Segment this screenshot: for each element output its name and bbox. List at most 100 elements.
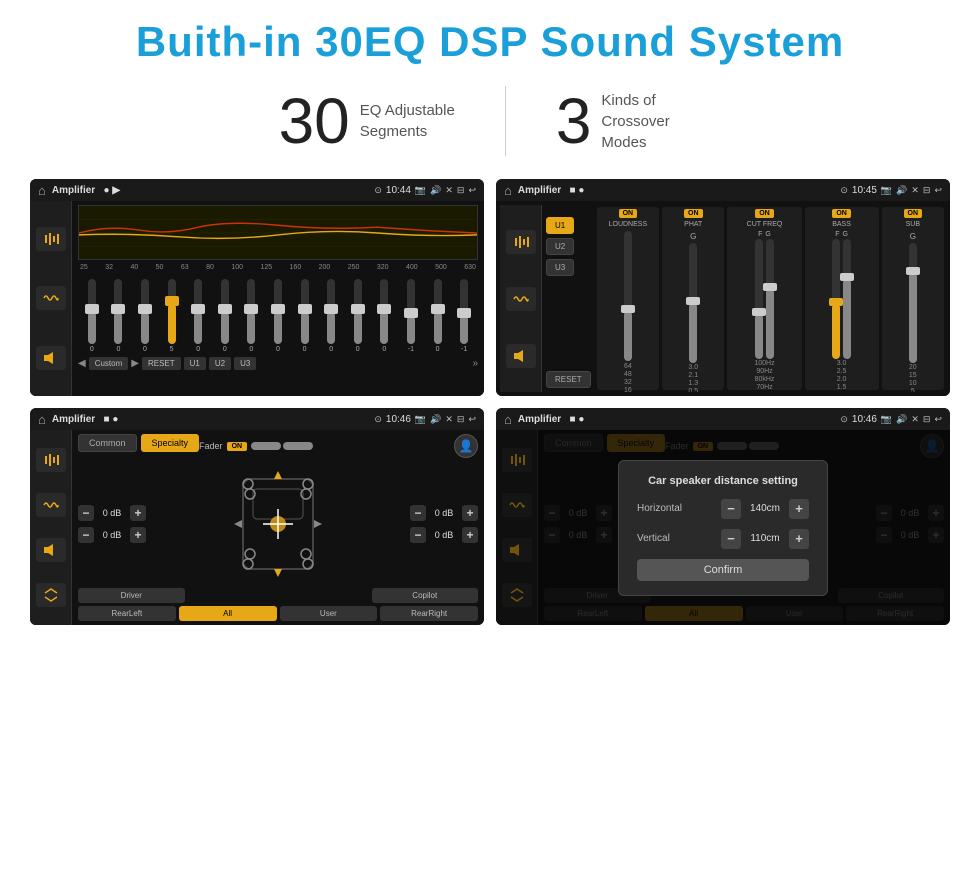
eq-slider-8[interactable]: 0 bbox=[293, 279, 317, 353]
btn-driver-3[interactable]: Driver bbox=[78, 588, 185, 603]
close-icon-1: ✕ bbox=[445, 185, 453, 196]
eq-u2-btn[interactable]: U2 bbox=[209, 357, 231, 370]
vol-val-3: 0 dB bbox=[430, 530, 458, 540]
eq-slider-1[interactable]: 0 bbox=[107, 279, 131, 353]
eq-main: 25 32 40 50 63 80 100 125 160 200 250 32… bbox=[72, 201, 484, 396]
btn-rearleft-3[interactable]: RearLeft bbox=[78, 606, 176, 621]
eq-slider-10[interactable]: 0 bbox=[346, 279, 370, 353]
eq-slider-5[interactable]: 0 bbox=[213, 279, 237, 353]
horizontal-stepper: − 140cm + bbox=[721, 499, 809, 519]
eq-u3-btn[interactable]: U3 bbox=[234, 357, 256, 370]
btn-all-3[interactable]: All bbox=[179, 606, 277, 621]
eq-u1-btn[interactable]: U1 bbox=[184, 357, 206, 370]
status-icons-4: ⊙ 10:46 📷 🔊 ✕ ⊟ ↩ bbox=[840, 414, 942, 425]
vol-minus-2[interactable]: − bbox=[410, 505, 426, 521]
sidebar-wave-btn-2[interactable] bbox=[506, 287, 536, 311]
vol-plus-2[interactable]: + bbox=[462, 505, 478, 521]
loudness-on-btn[interactable]: ON bbox=[619, 209, 638, 218]
sidebar-eq-btn-2[interactable] bbox=[506, 230, 536, 254]
btn-user-3[interactable]: User bbox=[280, 606, 378, 621]
screen-eq: ⌂ Amplifier ● ▶ ⊙ 10:44 📷 🔊 ✕ ⊟ ↩ bbox=[30, 179, 484, 396]
eq-slider-13[interactable]: 0 bbox=[426, 279, 450, 353]
eq-slider-2[interactable]: 0 bbox=[133, 279, 157, 353]
bass-on-btn[interactable]: ON bbox=[832, 209, 851, 218]
preset-u1[interactable]: U1 bbox=[546, 217, 574, 234]
vertical-value: 110cm bbox=[745, 533, 785, 544]
dialog-title: Car speaker distance setting bbox=[637, 475, 809, 487]
sidebar-expand-btn-3[interactable] bbox=[36, 583, 66, 607]
btn-copilot-3[interactable]: Copilot bbox=[372, 588, 479, 603]
app-title-2: Amplifier ■ ● bbox=[518, 185, 834, 196]
tab-common-3[interactable]: Common bbox=[78, 434, 137, 452]
sidebar-speaker-btn[interactable] bbox=[36, 346, 66, 370]
fader-slider-2[interactable] bbox=[283, 442, 313, 450]
sidebar-speaker-btn-2[interactable] bbox=[506, 344, 536, 368]
sidebar-eq-btn[interactable] bbox=[36, 227, 66, 251]
btn-rearright-3[interactable]: RearRight bbox=[380, 606, 478, 621]
app-title-3: Amplifier ■ ● bbox=[52, 414, 368, 425]
tab-specialty-3[interactable]: Specialty bbox=[141, 434, 200, 452]
sub-on-btn[interactable]: ON bbox=[904, 209, 923, 218]
preset-u2[interactable]: U2 bbox=[546, 238, 574, 255]
sidebar-3 bbox=[30, 430, 72, 625]
eq-slider-11[interactable]: 0 bbox=[373, 279, 397, 353]
sidebar-speaker-btn-3[interactable] bbox=[36, 538, 66, 562]
fader-slider-1[interactable] bbox=[251, 442, 281, 450]
cutfreq-on-btn[interactable]: ON bbox=[755, 209, 774, 218]
minimize-icon-4: ⊟ bbox=[923, 414, 931, 425]
camera-icon-4: 📷 bbox=[881, 414, 892, 425]
car-diagram-3 bbox=[152, 474, 404, 574]
eq-slider-0[interactable]: 0 bbox=[80, 279, 104, 353]
vol-minus-1[interactable]: − bbox=[78, 527, 94, 543]
horizontal-value: 140cm bbox=[745, 503, 785, 514]
eq-custom-btn[interactable]: Custom bbox=[89, 357, 129, 370]
minimize-icon-2: ⊟ bbox=[923, 185, 931, 196]
eq-graph bbox=[78, 205, 478, 260]
screen-body-3: Common Specialty Fader ON 👤 bbox=[30, 430, 484, 625]
horizontal-minus-btn[interactable]: − bbox=[721, 499, 741, 519]
vol-plus-3[interactable]: + bbox=[462, 527, 478, 543]
preset-reset[interactable]: RESET bbox=[546, 371, 591, 388]
sidebar-eq-btn-3[interactable] bbox=[36, 448, 66, 472]
eq-slider-4[interactable]: 0 bbox=[186, 279, 210, 353]
eq-slider-3[interactable]: 5 bbox=[160, 279, 184, 353]
eq-slider-7[interactable]: 0 bbox=[266, 279, 290, 353]
vol-row-3: − 0 dB + bbox=[410, 527, 478, 543]
bottom-buttons-3: Driver Copilot bbox=[78, 588, 478, 603]
vertical-minus-btn[interactable]: − bbox=[721, 529, 741, 549]
eq-slider-14[interactable]: -1 bbox=[452, 279, 476, 353]
eq-reset-btn[interactable]: RESET bbox=[142, 357, 181, 370]
vol-minus-0[interactable]: − bbox=[78, 505, 94, 521]
horizontal-plus-btn[interactable]: + bbox=[789, 499, 809, 519]
stat-crossover-number: 3 bbox=[556, 89, 592, 153]
screen-body-1: 25 32 40 50 63 80 100 125 160 200 250 32… bbox=[30, 201, 484, 396]
confirm-button[interactable]: Confirm bbox=[637, 559, 809, 581]
fader-on-btn-3[interactable]: ON bbox=[227, 442, 248, 451]
location-icon-1: ⊙ bbox=[374, 185, 382, 196]
eq-slider-6[interactable]: 0 bbox=[240, 279, 264, 353]
volume-icon-2: 🔊 bbox=[896, 185, 907, 196]
phat-on-btn[interactable]: ON bbox=[684, 209, 703, 218]
status-bar-1: ⌂ Amplifier ● ▶ ⊙ 10:44 📷 🔊 ✕ ⊟ ↩ bbox=[30, 179, 484, 201]
vertical-plus-btn[interactable]: + bbox=[789, 529, 809, 549]
preset-u3[interactable]: U3 bbox=[546, 259, 574, 276]
volume-icon-3: 🔊 bbox=[430, 414, 441, 425]
vol-plus-1[interactable]: + bbox=[130, 527, 146, 543]
screen-specialty: ⌂ Amplifier ■ ● ⊙ 10:46 📷 🔊 ✕ ⊟ ↩ bbox=[30, 408, 484, 625]
location-icon-3: ⊙ bbox=[374, 414, 382, 425]
sidebar-wave-btn[interactable] bbox=[36, 286, 66, 310]
vol-minus-3[interactable]: − bbox=[410, 527, 426, 543]
eq-bottom-bar: ◀ Custom ▶ RESET U1 U2 U3 » bbox=[78, 357, 478, 370]
eq-slider-9[interactable]: 0 bbox=[319, 279, 343, 353]
dialog-horizontal-row: Horizontal − 140cm + bbox=[637, 499, 809, 519]
sidebar-wave-btn-3[interactable] bbox=[36, 493, 66, 517]
close-icon-2: ✕ bbox=[911, 185, 919, 196]
eq-slider-12[interactable]: -1 bbox=[399, 279, 423, 353]
eq-prev-btn[interactable]: ◀ bbox=[78, 358, 86, 369]
status-bar-2: ⌂ Amplifier ■ ● ⊙ 10:45 📷 🔊 ✕ ⊟ ↩ bbox=[496, 179, 950, 201]
vol-plus-0[interactable]: + bbox=[130, 505, 146, 521]
right-vol-controls: − 0 dB + − 0 dB + bbox=[410, 505, 478, 543]
screen-body-4: Common Specialty Fader ON 👤 bbox=[496, 430, 950, 625]
eq-next-btn[interactable]: ▶ bbox=[131, 358, 139, 369]
screens-grid: ⌂ Amplifier ● ▶ ⊙ 10:44 📷 🔊 ✕ ⊟ ↩ bbox=[0, 174, 980, 645]
